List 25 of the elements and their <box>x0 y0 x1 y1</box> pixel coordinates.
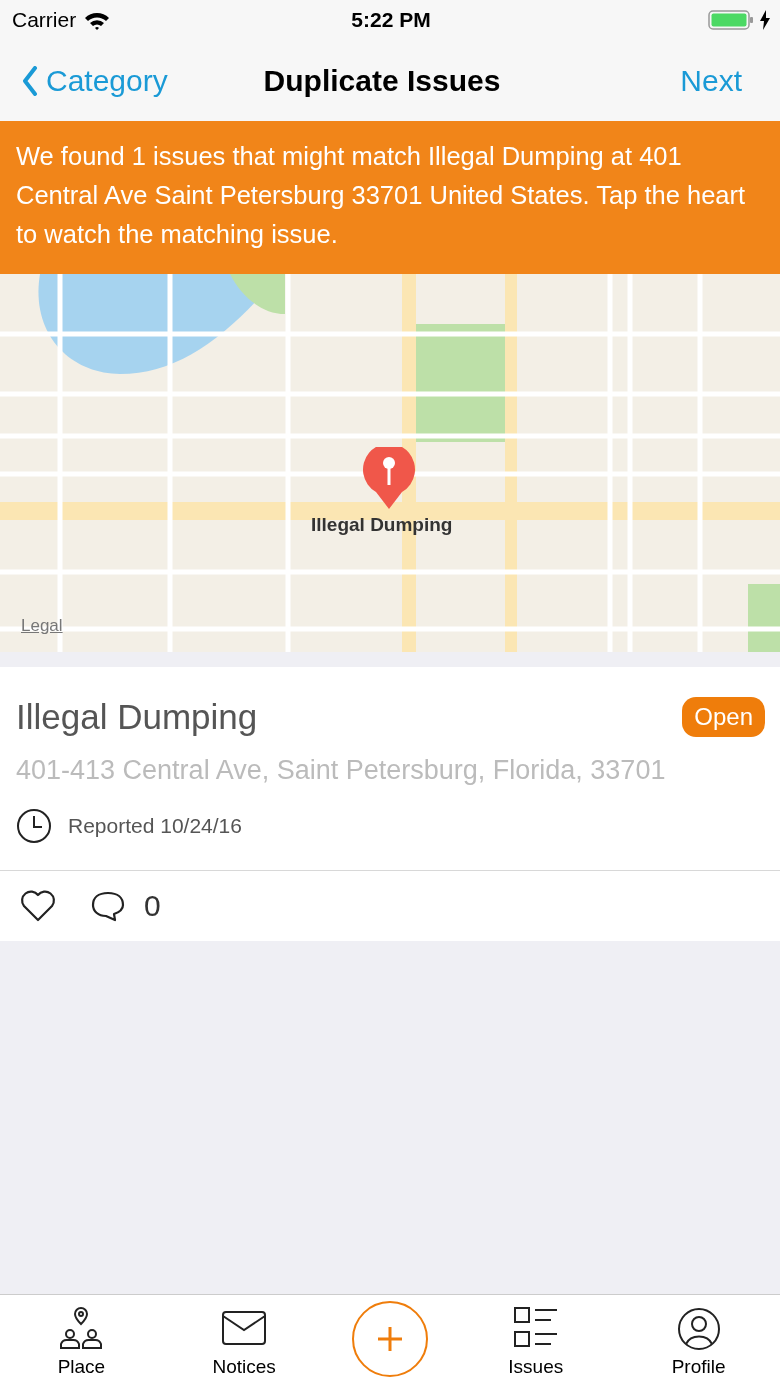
chevron-left-icon <box>22 65 38 96</box>
clock-icon <box>16 808 52 844</box>
carrier-name: Carrier <box>12 8 77 32</box>
tab-item[interactable]: Profile <box>643 1304 754 1378</box>
tab-item[interactable]: Notices <box>189 1304 300 1378</box>
wifi-icon <box>84 10 111 30</box>
status-time: 5:22 PM <box>351 8 431 32</box>
reported-date: Reported 10/24/16 <box>68 814 242 838</box>
screen-title: Duplicate Issues <box>263 63 501 98</box>
charging-icon <box>760 10 770 30</box>
issue-card[interactable]: Illegal Dumping Open 401-413 Central Ave, Saint Petersburg, Florida, 33701 Reported 10/24/16 0 <box>0 667 780 941</box>
legal-link[interactable]: Legal <box>21 616 63 636</box>
status-badge: Open <box>682 697 765 737</box>
match-banner: We found 1 issues that might match Illegal Dumping at 401 Central Ave Saint Petersburg 33701 United States. Tap the heart to watch the matching issue. <box>0 121 780 274</box>
battery-icon <box>708 10 756 30</box>
tab-item[interactable]: Place <box>26 1304 137 1378</box>
pin-label: Illegal Dumping <box>311 514 453 536</box>
tab-item[interactable]: Issues <box>480 1304 591 1378</box>
comment-count: 0 <box>144 889 161 923</box>
issue-title: Illegal Dumping <box>16 697 258 737</box>
heart-icon[interactable] <box>20 889 56 923</box>
add-button[interactable] <box>352 1301 428 1377</box>
comment-icon[interactable] <box>90 889 126 923</box>
map-pin-icon <box>362 447 416 511</box>
issue-address: 401-413 Central Ave, Saint Petersburg, Florida, 33701 <box>15 754 667 786</box>
